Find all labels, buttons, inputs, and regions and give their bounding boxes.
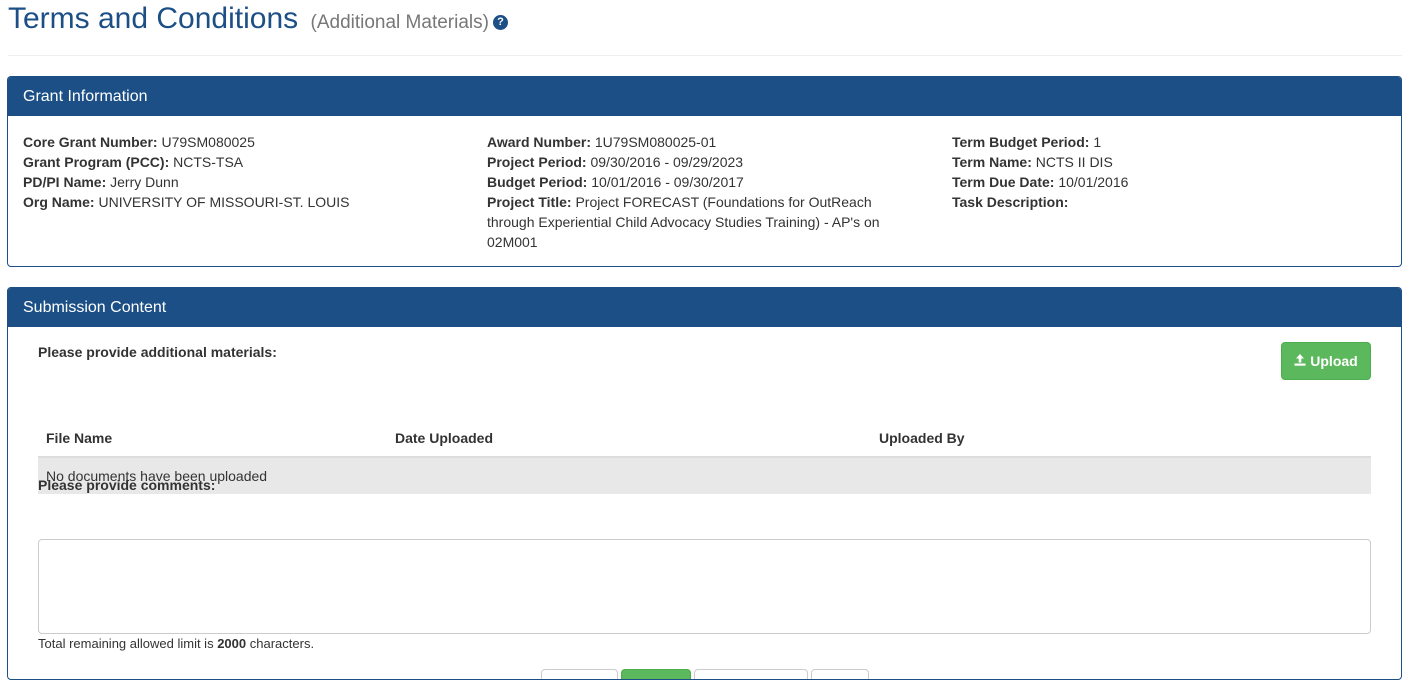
term-budget-period: Term Budget Period: 1 <box>952 134 1102 150</box>
remove-draft-button[interactable]: Remove Draft <box>694 669 808 679</box>
character-limit-text: Total remaining allowed limit is 2000 ch… <box>38 636 315 651</box>
page-title: Terms and Conditions (Additional Materia… <box>8 2 508 36</box>
budget-period: Budget Period: 10/01/2016 - 09/30/2017 <box>487 174 744 190</box>
upload-icon <box>1294 344 1306 380</box>
documents-table: File Name Date Uploaded Uploaded By No d… <box>38 420 1371 494</box>
submission-panel-heading: Submission Content <box>8 288 1401 327</box>
grant-information-panel: Grant Information Core Grant Number: U79… <box>7 76 1402 267</box>
upload-button[interactable]: Upload <box>1281 342 1371 380</box>
preview-button[interactable]: Preview <box>541 669 618 679</box>
grant-info-column-2: Award Number: 1U79SM080025-01 Project Pe… <box>487 132 892 252</box>
page-header: Terms and Conditions (Additional Materia… <box>8 0 1402 56</box>
table-row: No documents have been uploaded <box>38 457 1371 494</box>
column-uploaded-by: Uploaded By <box>871 420 1371 458</box>
term-due-date: Term Due Date: 10/01/2016 <box>952 174 1129 190</box>
table-header-row: File Name Date Uploaded Uploaded By <box>38 420 1371 458</box>
page-title-text: Terms and Conditions <box>8 2 299 35</box>
submission-content-panel: Submission Content Please provide additi… <box>7 287 1402 680</box>
column-file-name: File Name <box>38 420 387 458</box>
page-subtitle: (Additional Materials) <box>310 12 489 33</box>
question-circle-icon[interactable]: ? <box>492 15 508 30</box>
materials-label: Please provide additional materials: <box>38 344 277 360</box>
org-name: Org Name: UNIVERSITY OF MISSOURI-ST. LOU… <box>23 194 350 210</box>
comments-label: Please provide comments: <box>38 477 216 493</box>
project-period: Project Period: 09/30/2016 - 09/29/2023 <box>487 154 744 170</box>
submit-button[interactable]: Submit <box>621 669 691 679</box>
project-title: Project Title: Project FORECAST (Foundat… <box>487 194 880 250</box>
back-button[interactable]: Back <box>811 669 869 679</box>
term-name: Term Name: NCTS II DIS <box>952 154 1113 170</box>
pd-pi-name: PD/PI Name: Jerry Dunn <box>23 174 179 190</box>
upload-button-label: Upload <box>1310 353 1358 369</box>
comments-textarea[interactable] <box>38 539 1371 634</box>
grant-program: Grant Program (PCC): NCTS-TSA <box>23 154 244 170</box>
task-description: Task Description: <box>952 194 1069 210</box>
grant-info-column-1: Core Grant Number: U79SM080025 Grant Pro… <box>23 132 349 212</box>
column-date-uploaded: Date Uploaded <box>387 420 871 458</box>
award-number: Award Number: 1U79SM080025-01 <box>487 134 717 150</box>
grant-info-column-3: Term Budget Period: 1 Term Name: NCTS II… <box>952 132 1128 212</box>
grant-panel-heading: Grant Information <box>8 77 1401 116</box>
core-grant-number: Core Grant Number: U79SM080025 <box>23 134 255 150</box>
empty-table-message: No documents have been uploaded <box>38 457 1371 494</box>
character-limit-value: 2000 <box>217 636 247 651</box>
